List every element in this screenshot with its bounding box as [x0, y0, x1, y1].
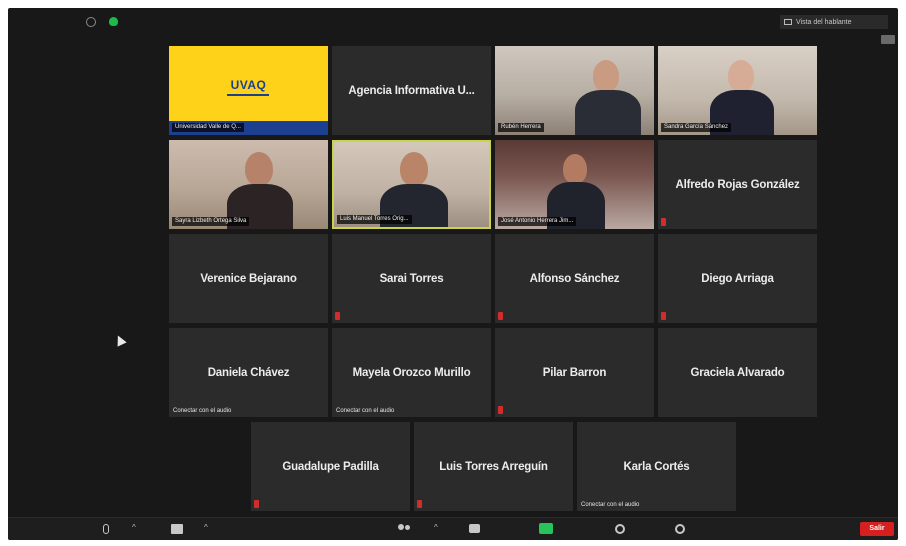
zoom-window: Vista del hablante UVAQ Universidad Vall…	[8, 8, 898, 540]
person-head	[400, 152, 428, 186]
chevron-up-icon[interactable]: ^	[132, 523, 136, 533]
participant-tile[interactable]: Daniela Chávez Conectar con el audio	[169, 328, 328, 417]
participant-name: Sarai Torres	[379, 272, 444, 285]
participant-name: Verenice Bejarano	[200, 272, 297, 285]
record-icon[interactable]	[615, 524, 625, 534]
video-camera-icon[interactable]	[171, 524, 183, 534]
muted-mic-icon	[498, 406, 503, 414]
participants-icon[interactable]	[398, 524, 412, 534]
muted-mic-icon	[661, 218, 666, 226]
reactions-icon[interactable]	[675, 524, 685, 534]
speaker-view-button[interactable]: Vista del hablante	[780, 15, 888, 29]
video-feed	[658, 46, 817, 135]
speaker-view-label: Vista del hablante	[796, 18, 852, 26]
participant-name: Alfonso Sánchez	[529, 272, 620, 285]
muted-mic-icon	[498, 312, 503, 320]
logo-underline	[227, 94, 269, 96]
participant-tile[interactable]: Sarai Torres	[332, 234, 491, 323]
connect-audio-hint: Conectar con el audio	[581, 502, 640, 508]
participant-label: Universidad Valle de Q...	[172, 123, 244, 132]
chat-icon[interactable]	[469, 524, 480, 533]
participant-tile[interactable]: Alfonso Sánchez	[495, 234, 654, 323]
participant-tile[interactable]: Sandra García Sánchez	[658, 46, 817, 135]
connect-audio-hint: Conectar con el audio	[336, 408, 395, 414]
participant-name: Graciela Alvarado	[690, 366, 785, 379]
participant-tile[interactable]: Agencia Informativa U...	[332, 46, 491, 135]
participant-name: Daniela Chávez	[207, 366, 290, 379]
mouse-cursor-icon	[113, 333, 127, 347]
top-bar: Vista del hablante	[8, 8, 898, 44]
participant-name: Alfredo Rojas González	[675, 178, 800, 191]
participant-tile[interactable]: José Antonio Herrera Jim...	[495, 140, 654, 229]
participant-name: Agencia Informativa U...	[348, 84, 475, 97]
person-head	[563, 154, 587, 184]
person-head	[728, 60, 754, 92]
participant-name: Diego Arriaga	[701, 272, 774, 285]
participant-name: Luis Torres Arreguín	[439, 460, 548, 473]
chevron-up-icon[interactable]: ^	[204, 523, 208, 533]
connect-audio-hint: Conectar con el audio	[173, 408, 232, 414]
person-head	[593, 60, 619, 92]
participant-tile-active-speaker[interactable]: Luis Manuel Torres Orig...	[332, 140, 491, 229]
meeting-toolbar: ^ ^ ^ Salir	[8, 517, 898, 540]
person-head	[245, 152, 273, 186]
leave-button[interactable]: Salir	[860, 522, 894, 536]
participant-tile[interactable]: Pilar Barron	[495, 328, 654, 417]
uvaq-logo: UVAQ	[230, 78, 267, 92]
participant-label: Sandra García Sánchez	[661, 123, 732, 132]
participant-label: Rubén Herrera	[498, 123, 544, 132]
muted-mic-icon	[335, 312, 340, 320]
participant-tile[interactable]: Mayela Orozco Murillo Conectar con el au…	[332, 328, 491, 417]
muted-mic-icon	[661, 312, 666, 320]
participant-tile[interactable]: Verenice Bejarano	[169, 234, 328, 323]
participant-tile[interactable]: Sayra Lizbeth Ortega Silva	[169, 140, 328, 229]
microphone-icon[interactable]	[103, 524, 109, 534]
participant-tile[interactable]: Guadalupe Padilla	[251, 422, 410, 511]
participant-tile[interactable]: Alfredo Rojas González	[658, 140, 817, 229]
participant-label: José Antonio Herrera Jim...	[498, 217, 577, 226]
participant-name: Karla Cortés	[623, 460, 690, 473]
participant-tile[interactable]: Karla Cortés Conectar con el audio	[577, 422, 736, 511]
fullscreen-icon[interactable]	[881, 35, 895, 44]
person-body	[575, 90, 641, 135]
muted-mic-icon	[254, 500, 259, 508]
participant-tile[interactable]: Graciela Alvarado	[658, 328, 817, 417]
participant-name: Mayela Orozco Murillo	[352, 366, 471, 379]
participant-tile[interactable]: Diego Arriaga	[658, 234, 817, 323]
security-shield-icon[interactable]	[109, 17, 118, 26]
participant-name: Pilar Barron	[542, 366, 607, 379]
muted-mic-icon	[417, 500, 422, 508]
video-feed	[169, 140, 328, 229]
participant-label: Sayra Lizbeth Ortega Silva	[172, 217, 250, 226]
video-feed	[495, 140, 654, 229]
participant-tile[interactable]: UVAQ Universidad Valle de Q...	[169, 46, 328, 135]
participant-label: Luis Manuel Torres Orig...	[337, 215, 412, 224]
grid-icon	[784, 19, 792, 25]
participant-tile[interactable]: Rubén Herrera	[495, 46, 654, 135]
chevron-up-icon[interactable]: ^	[434, 523, 438, 533]
participant-name: Guadalupe Padilla	[282, 460, 379, 473]
participant-tile[interactable]: Luis Torres Arreguín	[414, 422, 573, 511]
info-icon[interactable]	[86, 17, 96, 27]
video-feed	[495, 46, 654, 135]
share-screen-icon[interactable]	[539, 523, 553, 534]
